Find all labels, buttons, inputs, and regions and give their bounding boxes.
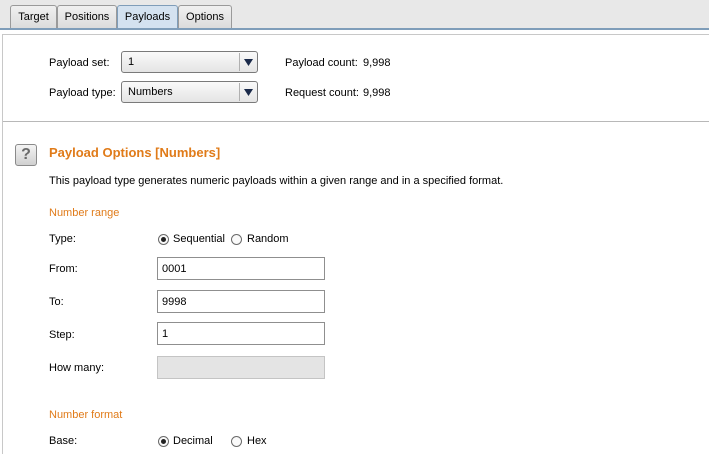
tab-options-label: Options [186,11,224,23]
from-input[interactable] [157,257,325,280]
section-divider [3,121,709,122]
number-format-heading: Number format [49,409,123,421]
random-label[interactable]: Random [247,233,289,245]
type-label: Type: [49,233,76,245]
chevron-down-icon [239,83,256,101]
decimal-radio[interactable] [158,436,169,447]
base-label: Base: [49,435,78,447]
payload-set-value: 1 [128,56,135,68]
tab-positions-label: Positions [64,11,110,23]
payload-type-value: Numbers [128,86,173,98]
step-label: Step: [49,329,75,341]
random-radio[interactable] [231,234,242,245]
how-many-input [157,356,325,379]
decimal-label[interactable]: Decimal [173,435,213,447]
sequential-radio[interactable] [158,234,169,245]
section-description: This payload type generates numeric payl… [49,175,504,187]
step-input[interactable] [157,322,325,345]
payload-type-dropdown[interactable]: Numbers [121,81,258,103]
how-many-label: How many: [49,362,105,374]
help-glyph: ? [21,146,31,163]
tab-options[interactable]: Options [178,5,232,28]
payload-set-label: Payload set: [49,57,110,69]
request-count-label: Request count: [285,87,359,99]
tab-positions[interactable]: Positions [57,5,117,28]
tab-target-label: Target [18,11,49,23]
chevron-down-icon [239,53,256,71]
payload-type-label: Payload type: [49,87,116,99]
hex-radio[interactable] [231,436,242,447]
tab-target[interactable]: Target [10,5,57,28]
from-label: From: [49,263,78,275]
section-title: Payload Options [Numbers] [49,145,221,160]
tab-bar-underline [0,28,709,30]
number-range-heading: Number range [49,207,120,219]
request-count-value: 9,998 [363,87,391,99]
tab-bar: Target Positions Payloads Options [0,0,709,30]
tab-payloads-label: Payloads [124,11,171,23]
payload-count-label: Payload count: [285,57,358,69]
hex-label[interactable]: Hex [247,435,267,447]
payloads-panel: Payload set: 1 Payload count: 9,998 Payl… [2,34,709,454]
help-icon[interactable]: ? [15,144,37,166]
tab-payloads[interactable]: Payloads [117,5,178,28]
payload-set-dropdown[interactable]: 1 [121,51,258,73]
sequential-label[interactable]: Sequential [173,233,225,245]
to-label: To: [49,296,64,308]
payload-count-value: 9,998 [363,57,391,69]
to-input[interactable] [157,290,325,313]
